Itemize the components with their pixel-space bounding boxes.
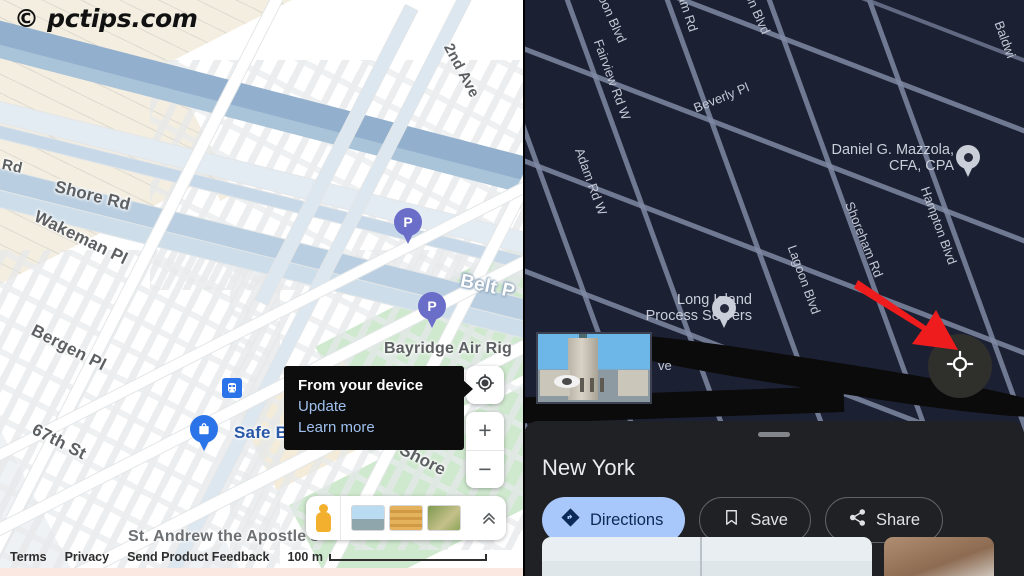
desktop-map-panel[interactable]: 2nd Ave Rd Shore Rd Wakeman Pl Bergen Pl… — [0, 0, 524, 576]
zoom-out-button[interactable]: − — [466, 451, 504, 489]
chevron-double-up-icon[interactable] — [471, 496, 506, 540]
tooltip-learn-more-link[interactable]: Learn more — [298, 417, 452, 438]
place-photo-row[interactable] — [542, 537, 994, 576]
bottom-edge-strip — [0, 568, 524, 576]
directions-diamond-icon — [560, 507, 581, 533]
poi-pin-daniel-mazzola[interactable] — [956, 145, 980, 178]
send-product-feedback-link[interactable]: Send Product Feedback — [127, 550, 269, 564]
share-label: Share — [875, 510, 920, 529]
street-view-pegman-icon[interactable] — [306, 496, 342, 540]
scale-label: 100 m — [287, 550, 323, 564]
street-view-thumbnail[interactable] — [536, 332, 652, 404]
pedestal-wing-right — [618, 370, 648, 396]
parking-pin-label: P — [394, 208, 422, 236]
layer-thumb-satellite[interactable] — [427, 505, 462, 531]
map-label-lagoon-blvd-top: goon Blvd — [592, 0, 630, 45]
layer-thumb-sky[interactable] — [351, 505, 386, 531]
privacy-link[interactable]: Privacy — [65, 550, 109, 564]
shopping-bag-icon — [190, 415, 218, 443]
save-label: Save — [750, 510, 788, 529]
layer-thumbnails[interactable] — [341, 505, 471, 531]
directions-label: Directions — [590, 510, 664, 529]
crosshair-target-icon — [475, 373, 495, 398]
screenshot-root: 2nd Ave Rd Shore Rd Wakeman Pl Bergen Pl… — [0, 0, 1024, 576]
place-title: New York — [542, 455, 635, 480]
tooltip-title: From your device — [298, 377, 424, 394]
terms-link[interactable]: Terms — [10, 550, 47, 564]
tooltip-update-link[interactable]: Update — [298, 396, 452, 417]
parking-pin[interactable]: P — [418, 292, 446, 330]
place-photo-card[interactable] — [542, 537, 872, 576]
layer-thumb-terrain[interactable] — [389, 505, 424, 531]
scale-bar — [328, 553, 487, 561]
bookmark-icon — [722, 508, 741, 532]
poi-line-1: Daniel G. Mazzola, — [831, 142, 955, 158]
place-bottom-sheet[interactable]: New York Directions Save Share — [524, 421, 1024, 576]
parking-pin[interactable]: P — [394, 208, 422, 246]
share-node-icon — [848, 508, 867, 532]
place-photo-card[interactable] — [884, 537, 994, 576]
parking-pin-label: P — [418, 292, 446, 320]
map-label-lagoon-blvd: Lagoon Blvd — [784, 242, 824, 317]
map-attribution-bar: Terms Privacy Send Product Feedback 100 … — [0, 546, 524, 568]
light-map-canvas[interactable]: 2nd Ave Rd Shore Rd Wakeman Pl Bergen Pl… — [0, 0, 524, 576]
road-cross — [524, 24, 1024, 281]
from-your-device-tooltip[interactable]: From your device Update Learn more — [284, 366, 473, 450]
transit-station-icon[interactable] — [222, 378, 242, 398]
shop-pin[interactable] — [190, 415, 218, 453]
watermark: © pctips.com — [14, 4, 198, 33]
poi-pin-long-island-process-servers[interactable] — [712, 296, 736, 329]
street-view-compass-icon — [554, 375, 580, 388]
panel-divider — [523, 0, 525, 576]
map-layers-bar[interactable] — [306, 496, 506, 540]
red-arrow-annotation — [854, 280, 958, 350]
zoom-controls[interactable]: + − — [466, 412, 504, 488]
zoom-in-button[interactable]: + — [466, 412, 504, 451]
mobile-map-panel[interactable]: goon Blvd ham Rd on Blvd Beverly Pl Fair… — [524, 0, 1024, 576]
map-scale: 100 m — [287, 550, 487, 564]
sheet-drag-handle[interactable] — [758, 432, 790, 437]
